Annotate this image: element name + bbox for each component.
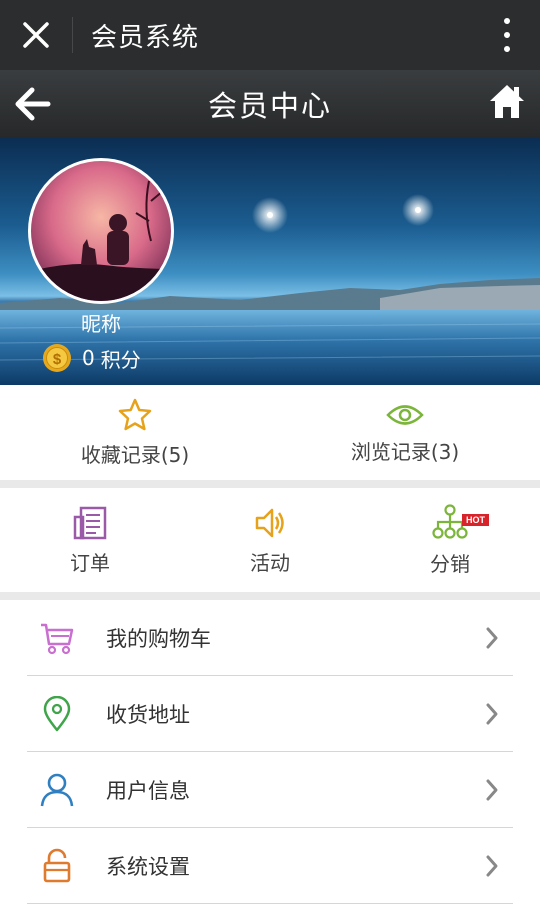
section-divider xyxy=(0,592,540,600)
menu-item-label: 我的购物车 xyxy=(106,626,211,651)
menu-item-cart[interactable]: 我的购物车 xyxy=(27,600,513,676)
wechat-top-bar: 会员系统 xyxy=(0,0,540,70)
back-arrow-icon[interactable] xyxy=(12,84,52,124)
speaker-icon xyxy=(255,508,284,537)
more-menu-button[interactable] xyxy=(502,18,512,52)
chevron-right-icon xyxy=(486,703,498,725)
wechat-title: 会员系统 xyxy=(91,22,200,53)
menu-item-label: 收货地址 xyxy=(106,702,190,727)
favorites-record-button[interactable]: 收藏记录(5) xyxy=(0,385,270,480)
svg-text:$: $ xyxy=(53,351,62,368)
dot-icon xyxy=(504,46,510,52)
quick-actions-row: 订单 活动 HOT 分销 xyxy=(0,488,540,592)
activity-button[interactable]: 活动 xyxy=(180,488,360,592)
menu-item-settings[interactable]: 系统设置 xyxy=(27,828,513,904)
close-icon xyxy=(23,22,49,48)
points-value: 0 xyxy=(82,346,95,370)
hot-badge: HOT xyxy=(462,514,489,526)
top-bar-divider xyxy=(72,17,73,53)
chevron-right-icon xyxy=(486,855,498,877)
distribution-button[interactable]: HOT 分销 xyxy=(360,488,540,592)
eye-icon xyxy=(386,405,424,425)
star-icon xyxy=(118,398,152,431)
points-unit: 积分 xyxy=(100,347,141,372)
menu-item-user-info[interactable]: 用户信息 xyxy=(27,752,513,828)
menu-list: 我的购物车 收货地址 用户信息 系统设置 xyxy=(0,600,540,904)
coin-icon: $ xyxy=(43,344,71,372)
pin-icon-wrap xyxy=(37,694,77,734)
page-title: 会员中心 xyxy=(207,89,332,123)
distribution-label: 分销 xyxy=(430,551,470,576)
activity-label: 活动 xyxy=(250,550,290,575)
favorites-record-label: 收藏记录(5) xyxy=(80,443,190,467)
avatar-illustration xyxy=(31,180,171,301)
cart-icon-wrap xyxy=(37,618,77,658)
browse-record-label: 浏览记录(3) xyxy=(350,440,460,464)
orders-label: 订单 xyxy=(70,550,110,575)
close-button[interactable] xyxy=(0,0,72,70)
profile-banner: 昵称 $ 0 积分 xyxy=(0,138,540,385)
menu-item-address[interactable]: 收货地址 xyxy=(27,676,513,752)
chevron-right-icon xyxy=(486,627,498,649)
menu-item-label: 系统设置 xyxy=(106,854,190,879)
user-icon xyxy=(40,773,74,806)
menu-item-label: 用户信息 xyxy=(106,778,190,803)
dot-icon xyxy=(504,18,510,24)
chevron-right-icon xyxy=(486,779,498,801)
page-header: 会员中心 xyxy=(0,70,540,138)
records-row: 收藏记录(5) 浏览记录(3) xyxy=(0,385,540,480)
avatar[interactable] xyxy=(28,158,174,304)
cart-icon xyxy=(41,623,74,654)
browse-record-button[interactable]: 浏览记录(3) xyxy=(270,385,540,480)
home-icon[interactable] xyxy=(488,82,526,122)
unlock-icon xyxy=(43,848,71,882)
user-icon-wrap xyxy=(37,770,77,810)
dot-icon xyxy=(504,32,510,38)
order-icon xyxy=(73,506,107,539)
nickname: 昵称 xyxy=(81,312,121,336)
section-divider xyxy=(0,480,540,488)
lock-icon-wrap xyxy=(37,846,77,886)
location-pin-icon xyxy=(43,695,71,731)
points-display: $ 0 积分 xyxy=(42,343,141,373)
orders-button[interactable]: 订单 xyxy=(0,488,180,592)
